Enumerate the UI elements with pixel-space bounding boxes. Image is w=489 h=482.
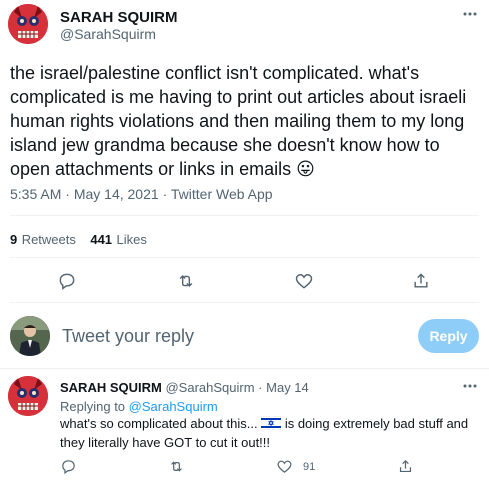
retweet-icon[interactable] [176,271,196,291]
divider [0,368,489,369]
israel-flag-icon [260,415,282,434]
tweet-body: the israel/palestine conflict isn't comp… [10,61,480,181]
divider [10,302,479,303]
reply-author-handle[interactable]: @SarahSquirm [165,380,254,395]
tweet-stats: 9 Retweets 441 Likes [10,231,147,249]
reply-header: SARAH SQUIRM @SarahSquirm · May 14 [60,380,309,395]
likes-label: Likes [116,232,147,247]
replying-to: Replying to @SarahSquirm [60,398,218,415]
reply-like-count: 91 [303,460,316,473]
reply-author-display-name[interactable]: SARAH SQUIRM [60,380,162,395]
reply-author-avatar-image [8,376,48,416]
likes-count: 441 [90,232,113,247]
share-icon[interactable] [411,271,431,291]
reply-text-start: what's so complicated about this... [60,416,262,431]
like-icon[interactable] [294,271,314,291]
replying-to-handle[interactable]: @SarahSquirm [129,399,218,414]
tweet-meta: 5:35 AM · May 14, 2021 · Twitter Web App [10,186,273,202]
reply-more-icon[interactable] [462,378,478,399]
reply-icon[interactable] [57,271,77,291]
tweet-time[interactable]: 5:35 AM [10,186,61,202]
retweets-stat[interactable]: 9 Retweets [10,231,80,248]
reply-date[interactable]: May 14 [266,380,309,395]
more-icon[interactable] [462,6,478,27]
author-avatar[interactable] [8,4,48,44]
tweet-date[interactable]: May 14, 2021 [74,186,159,202]
divider [10,257,479,258]
reply-share-icon[interactable] [397,458,414,475]
tweet-source[interactable]: Twitter Web App [171,186,273,202]
reply-like-icon [277,460,292,473]
tweet-text: the israel/palestine conflict isn't comp… [10,63,467,179]
user-avatar[interactable] [10,316,50,356]
replying-to-label: Replying to [60,399,126,414]
reply-button[interactable]: Reply [418,319,479,353]
retweets-label: Retweets [21,232,76,247]
author-handle[interactable]: @SarahSquirm [60,26,156,42]
reply-input[interactable]: Tweet your reply [62,326,402,347]
separator: · [258,380,263,395]
author-display-name[interactable]: SARAH SQUIRM [60,9,178,26]
reply-reply-icon[interactable] [60,458,77,475]
reply-body: what's so complicated about this... is d… [60,415,475,451]
reply-author-avatar[interactable] [8,376,48,416]
tongue-emoji: 😛 [296,159,315,179]
retweets-count: 9 [10,232,18,247]
author-avatar-image [8,4,48,44]
divider [10,215,479,216]
reply-retweet-icon[interactable] [168,458,185,475]
likes-stat[interactable]: 441 Likes [90,231,147,248]
reply-like-button[interactable]: 91 [276,458,315,475]
user-avatar-image [10,316,50,356]
